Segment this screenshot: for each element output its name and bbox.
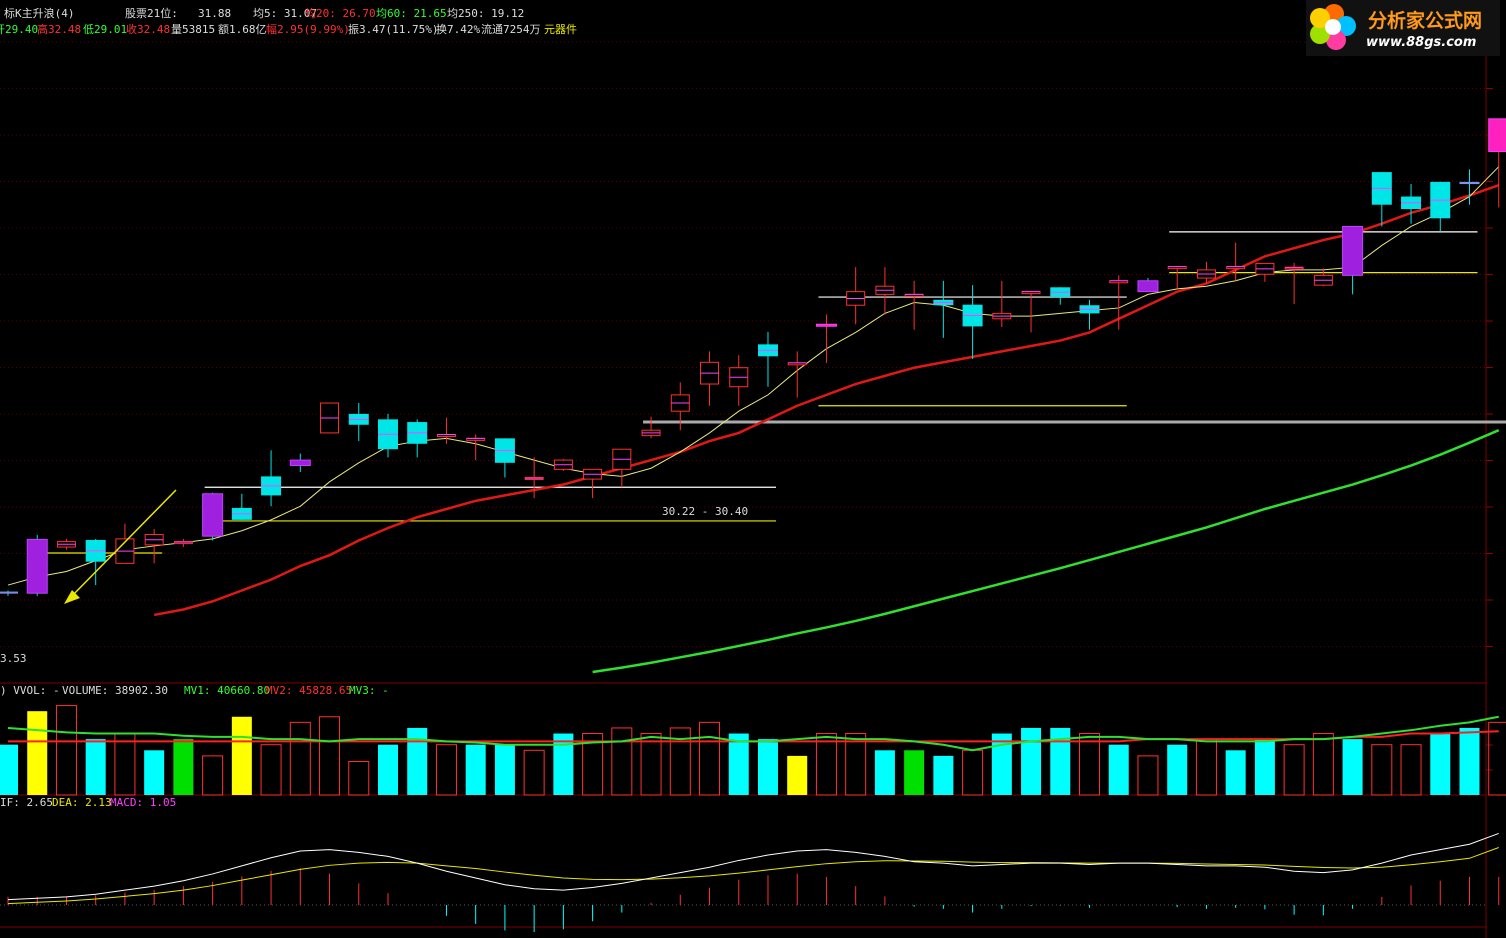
volume-bar (1283, 744, 1305, 796)
volume-bar (1195, 738, 1217, 796)
volume-bar (728, 733, 749, 795)
volume-bar (1342, 739, 1363, 795)
limitup-candle-body (289, 459, 311, 467)
volume-bar (874, 750, 895, 795)
macd-dea-readout: DEA: 2.13 (52, 796, 112, 809)
volume-bar (553, 733, 574, 795)
open-readout: 开29.40 (0, 23, 39, 36)
volume-bar (904, 750, 925, 795)
volume-bar (231, 716, 252, 795)
volume-bar (27, 711, 48, 795)
volume-bar (173, 739, 194, 795)
vol-mv1-line (7, 715, 1499, 752)
macd-dif-readout: IF: 2.65 (0, 796, 53, 809)
flower-logo-icon (1310, 4, 1356, 50)
arrow-head (64, 590, 80, 604)
logo-url: www.88gs.com (1366, 35, 1477, 50)
limitup-candle-body (815, 323, 837, 327)
volume-bar (114, 733, 136, 796)
kline-chart[interactable] (0, 0, 1506, 938)
volume-bar (0, 744, 18, 795)
volume-bar (435, 744, 457, 796)
price-value: 31.88 (198, 7, 232, 20)
volume-bar (348, 760, 370, 796)
limitup-candle-body (1137, 280, 1159, 293)
ma60-line (592, 429, 1500, 674)
close-readout: 收32.48 (126, 23, 171, 36)
dea-line (7, 847, 1499, 905)
volume-bar (85, 739, 106, 795)
volume-bar (523, 749, 545, 796)
volume-bar (377, 744, 398, 795)
change-readout: 幅2.95(9.99%) (266, 23, 350, 36)
indicator-title: 标K主升浪(4) (4, 7, 75, 20)
price-band-label: 30.22 - 30.40 (662, 505, 749, 518)
volume-bar (55, 705, 77, 796)
limitup-candle-body (202, 493, 224, 537)
limitup-candle-body (1342, 225, 1364, 276)
volume-bar (202, 755, 224, 796)
volume-bar (1108, 744, 1129, 795)
price-label: 股票21位: (125, 7, 178, 20)
volume-bar (815, 733, 837, 796)
vol-mv3-readout: MV3: - (349, 684, 389, 697)
volume-bar (407, 727, 428, 795)
volume-readout: 量53815 (171, 23, 216, 36)
turnover-readout: 换7.42% (436, 23, 481, 36)
logo-title: 分析家公式网 (1368, 10, 1483, 32)
volume-bar (787, 755, 808, 795)
volume-bar (1225, 750, 1246, 795)
volume-bar (1459, 727, 1480, 795)
volume-bar (1021, 727, 1042, 795)
dif-line (7, 832, 1499, 901)
vol-volume-readout: VOLUME: 38902.30 (62, 684, 168, 697)
volume-bar (494, 744, 515, 795)
volume-bar (962, 749, 984, 796)
site-logo: 分析家公式网 www.88gs.com (1306, 0, 1500, 56)
limitup-candle-body (1488, 118, 1506, 152)
vol-mv2-readout: MV2: 45828.65 (266, 684, 353, 697)
volume-bar (260, 744, 282, 796)
float-readout: 流通7254万 (481, 23, 541, 36)
volume-bar (757, 739, 778, 795)
volume-bar (699, 721, 721, 796)
volume-bar (640, 733, 662, 796)
volume-bar (611, 727, 633, 796)
ma250-readout: 均250: 19.12 (447, 7, 525, 20)
amount-readout: 额1.68亿 (218, 23, 267, 36)
volume-bar (319, 716, 341, 796)
ma20-readout: 均20: 26.70 (305, 7, 376, 20)
left-price-label: 3.53 (0, 652, 27, 665)
volume-bar (1254, 739, 1275, 795)
volume-bar (991, 733, 1012, 795)
vol-panel-prefix: ) VVOL: - (0, 684, 60, 697)
high-readout: 高32.48 (37, 23, 82, 36)
volume-bar (845, 733, 867, 796)
vol-mv1-readout: MV1: 40660.80 (184, 684, 271, 697)
low-readout: 低29.01 (83, 23, 128, 36)
ma20-line (153, 183, 1500, 617)
amplitude-readout: 振3.47(11.75%) (348, 23, 439, 36)
volume-bar (1312, 733, 1334, 796)
volume-bar (1430, 733, 1451, 795)
volume-bar (289, 721, 311, 796)
volume-bar (1167, 744, 1188, 795)
volume-bar (1400, 744, 1422, 796)
limitup-candle-body (26, 538, 48, 594)
ma5-line (7, 166, 1500, 586)
volume-bar (1137, 755, 1159, 796)
volume-bar (1488, 721, 1506, 796)
macd-value-readout: MACD: 1.05 (110, 796, 177, 809)
volume-bar (1371, 744, 1393, 796)
sector-readout: 元器件 (544, 23, 577, 36)
volume-bar (465, 744, 486, 795)
volume-bar (144, 750, 165, 795)
ma60-readout: 均60: 21.65 (376, 7, 447, 20)
volume-bar (933, 755, 954, 795)
volume-bar (1079, 733, 1101, 796)
